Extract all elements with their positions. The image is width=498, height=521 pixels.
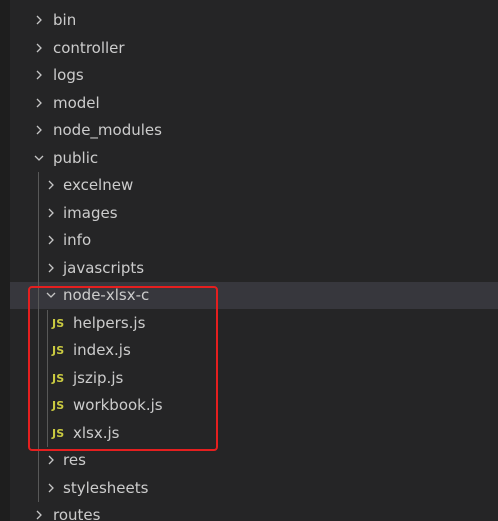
folder-item[interactable]: info — [10, 227, 498, 254]
file-item[interactable]: JS xlsx.js — [10, 420, 498, 447]
folder-item[interactable]: excelnew — [10, 172, 498, 199]
file-name: index.js — [73, 341, 131, 359]
file-item[interactable]: JS index.js — [10, 337, 498, 364]
chevron-right-icon[interactable] — [44, 255, 58, 282]
folder-item[interactable]: node_modules — [10, 117, 498, 144]
javascript-file-icon: JS — [52, 344, 65, 357]
folder-item[interactable]: model — [10, 90, 498, 117]
folder-name: logs — [53, 66, 84, 84]
folder-name: info — [63, 231, 92, 249]
chevron-right-icon[interactable] — [32, 117, 46, 144]
javascript-file-icon: JS — [52, 426, 65, 440]
folder-item[interactable]: controller — [10, 35, 498, 62]
folder-item[interactable]: node-xlsx-c — [10, 282, 498, 309]
folder-item[interactable]: bin — [10, 7, 498, 34]
chevron-right-icon[interactable] — [32, 35, 46, 62]
chevron-right-icon[interactable] — [44, 475, 58, 502]
javascript-file-icon: JS — [52, 316, 65, 330]
folder-item[interactable]: routes — [10, 502, 498, 521]
indent-guide — [47, 309, 48, 447]
chevron-right-icon[interactable] — [44, 447, 58, 474]
folder-name: excelnew — [63, 176, 134, 194]
file-name: workbook.js — [73, 396, 163, 414]
chevron-right-icon[interactable] — [32, 62, 46, 89]
file-item[interactable]: JS helpers.js — [10, 310, 498, 337]
chevron-right-icon[interactable] — [32, 502, 46, 521]
folder-name: controller — [53, 38, 125, 57]
folder-name: routes — [53, 506, 101, 521]
chevron-down-icon[interactable] — [32, 145, 46, 172]
folder-name: node_modules — [53, 121, 162, 139]
chevron-down-icon[interactable] — [44, 282, 58, 309]
indent-guide — [38, 172, 39, 502]
chevron-right-icon[interactable] — [32, 7, 46, 34]
chevron-right-icon[interactable] — [44, 227, 58, 254]
file-name: helpers.js — [73, 313, 146, 332]
folder-name: model — [53, 93, 100, 112]
folder-name: public — [53, 148, 99, 167]
folder-item[interactable]: javascripts — [10, 255, 498, 282]
chevron-right-icon[interactable] — [32, 90, 46, 117]
folder-item[interactable]: public — [10, 145, 498, 172]
javascript-file-icon: JS — [52, 399, 65, 412]
file-name: jszip.js — [73, 368, 124, 387]
chevron-right-icon[interactable] — [44, 200, 58, 227]
file-name: xlsx.js — [73, 423, 120, 442]
folder-name: bin — [53, 11, 77, 29]
folder-name: node-xlsx-c — [63, 286, 150, 304]
folder-name: javascripts — [63, 258, 145, 277]
folder-item[interactable]: res — [10, 447, 498, 474]
file-item[interactable]: JS workbook.js — [10, 392, 498, 419]
chevron-right-icon[interactable] — [44, 172, 58, 199]
folder-item[interactable]: stylesheets — [10, 475, 498, 502]
folder-name: res — [63, 451, 86, 469]
editor-edge — [0, 0, 10, 521]
folder-item[interactable]: logs — [10, 62, 498, 89]
file-item[interactable]: JS jszip.js — [10, 365, 498, 392]
folder-item[interactable]: images — [10, 200, 498, 227]
folder-name: stylesheets — [63, 478, 149, 497]
folder-name: images — [63, 203, 118, 222]
javascript-file-icon: JS — [52, 371, 65, 385]
